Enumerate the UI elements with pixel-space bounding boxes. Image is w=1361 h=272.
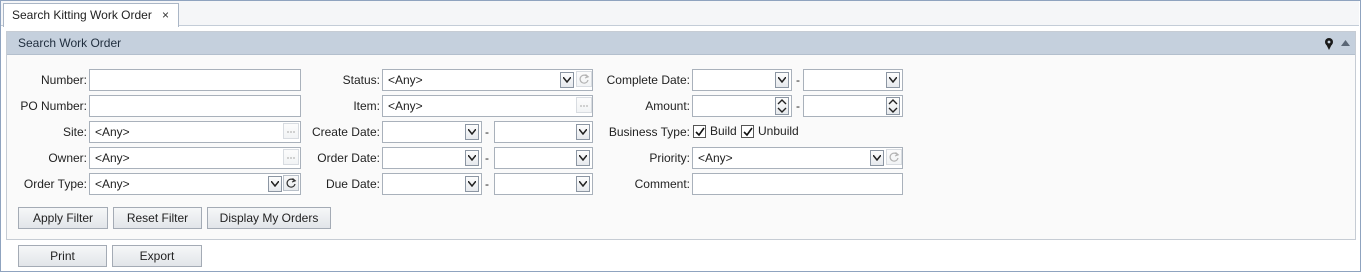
amount-to-spinner[interactable] bbox=[886, 97, 900, 115]
chevron-down-icon bbox=[873, 155, 881, 161]
site-input[interactable]: <Any> bbox=[89, 121, 301, 143]
complete-date-range-separator: - bbox=[796, 73, 800, 87]
owner-label: Owner: bbox=[48, 151, 87, 165]
complete-date-to-dropdown-button[interactable] bbox=[886, 72, 900, 88]
amount-from-spinner[interactable] bbox=[775, 97, 789, 115]
checkmark-icon bbox=[695, 127, 705, 137]
item-input[interactable]: <Any> bbox=[382, 95, 593, 117]
complete-date-from-dropdown-button[interactable] bbox=[775, 72, 789, 88]
order-date-range-separator: - bbox=[485, 151, 489, 165]
tab-search-kitting-work-order[interactable]: Search Kitting Work Order × bbox=[3, 3, 179, 27]
item-label: Item: bbox=[353, 99, 380, 113]
checkbox-box bbox=[741, 125, 754, 138]
priority-label: Priority: bbox=[649, 151, 690, 165]
refresh-icon bbox=[889, 152, 900, 162]
search-work-order-panel: Search Work Order Number: PO Number: Sit… bbox=[6, 31, 1356, 240]
print-button[interactable]: Print bbox=[18, 245, 107, 267]
amount-range-separator: - bbox=[796, 99, 800, 113]
order-date-from-dropdown-button[interactable] bbox=[465, 150, 479, 166]
item-value: <Any> bbox=[388, 99, 423, 113]
build-label: Build bbox=[710, 124, 737, 138]
amount-label: Amount: bbox=[645, 99, 690, 113]
owner-input[interactable]: <Any> bbox=[89, 147, 301, 169]
display-my-orders-button[interactable]: Display My Orders bbox=[207, 207, 331, 229]
panel-header: Search Work Order bbox=[7, 32, 1355, 55]
chevron-down-icon bbox=[889, 77, 897, 83]
create-date-label: Create Date: bbox=[311, 125, 380, 139]
export-button[interactable]: Export bbox=[112, 245, 202, 267]
checkbox-box bbox=[693, 125, 706, 138]
number-label: Number: bbox=[40, 73, 87, 87]
priority-value: <Any> bbox=[698, 151, 733, 165]
checkmark-icon bbox=[743, 127, 753, 137]
chevron-down-icon bbox=[778, 77, 786, 83]
priority-dropdown-button[interactable] bbox=[870, 150, 884, 166]
complete-date-label: Complete Date: bbox=[606, 73, 690, 87]
po-number-label: PO Number: bbox=[20, 99, 87, 113]
order-type-dropdown-button[interactable] bbox=[268, 176, 282, 192]
reset-filter-button[interactable]: Reset Filter bbox=[113, 207, 202, 229]
site-value: <Any> bbox=[95, 125, 130, 139]
tab-label: Search Kitting Work Order bbox=[12, 8, 152, 22]
panel-title: Search Work Order bbox=[18, 36, 122, 50]
chevron-down-icon bbox=[468, 129, 476, 135]
owner-value: <Any> bbox=[95, 151, 130, 165]
order-date-label: Order Date: bbox=[317, 151, 380, 165]
status-label: Status: bbox=[342, 73, 380, 87]
po-number-input[interactable] bbox=[89, 95, 301, 117]
status-dropdown-button[interactable] bbox=[560, 72, 574, 88]
chevron-down-icon bbox=[579, 181, 587, 187]
collapse-chevron-up-icon[interactable] bbox=[1341, 39, 1350, 47]
chevron-down-icon bbox=[271, 181, 279, 187]
chevron-down-icon bbox=[468, 155, 476, 161]
spinner-arrows-icon bbox=[888, 99, 898, 113]
chevron-down-icon bbox=[579, 129, 587, 135]
due-date-range-separator: - bbox=[485, 177, 489, 191]
chevron-down-icon bbox=[579, 155, 587, 161]
spinner-arrows-icon bbox=[777, 99, 787, 113]
close-tab-icon[interactable]: × bbox=[162, 4, 169, 26]
tab-strip: Search Kitting Work Order × bbox=[1, 1, 1359, 27]
comment-label: Comment: bbox=[634, 177, 690, 191]
chevron-down-icon bbox=[563, 77, 571, 83]
number-input[interactable] bbox=[89, 69, 301, 91]
priority-refresh-button[interactable] bbox=[886, 149, 902, 165]
order-type-value: <Any> bbox=[95, 177, 130, 191]
site-label: Site: bbox=[62, 125, 87, 139]
business-type-label: Business Type: bbox=[608, 125, 690, 139]
due-date-label: Due Date: bbox=[325, 177, 380, 191]
comment-input[interactable] bbox=[692, 173, 903, 195]
unbuild-label: Unbuild bbox=[758, 124, 799, 138]
apply-filter-button[interactable]: Apply Filter bbox=[18, 207, 108, 229]
create-date-range-separator: - bbox=[485, 125, 489, 139]
create-date-from-dropdown-button[interactable] bbox=[465, 124, 479, 140]
order-type-label: Order Type: bbox=[23, 177, 87, 191]
pin-icon[interactable] bbox=[1323, 37, 1335, 51]
chevron-down-icon bbox=[468, 181, 476, 187]
due-date-from-dropdown-button[interactable] bbox=[465, 176, 479, 192]
status-value: <Any> bbox=[388, 73, 423, 87]
